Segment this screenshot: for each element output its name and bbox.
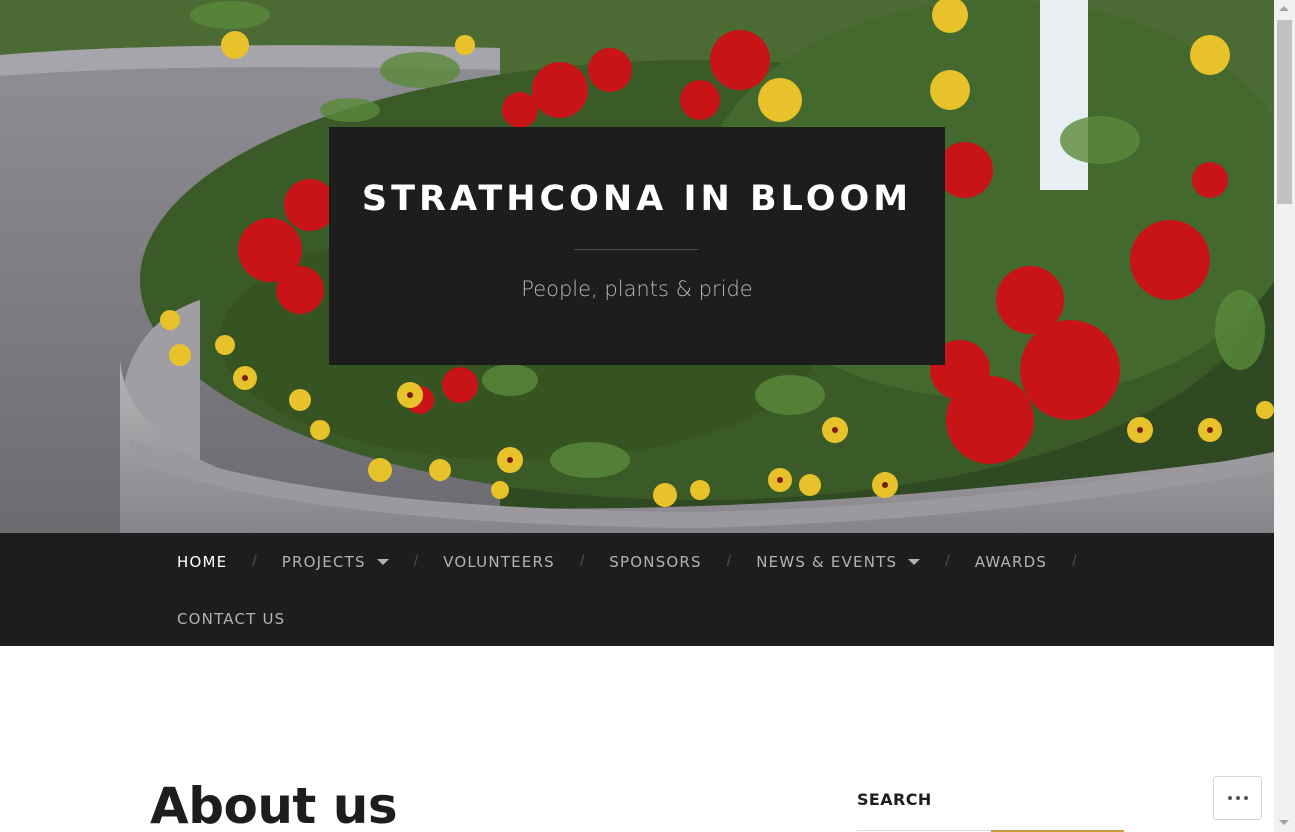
nav-item-sponsors[interactable]: SPONSORS [609,553,701,571]
main-navigation: HOME / PROJECTS / VOLUNTEERS / SPONSORS … [0,533,1274,646]
scroll-thumb[interactable] [1277,20,1292,204]
nav-item-label: AWARDS [974,552,1048,571]
nav-separator: / [726,552,732,570]
dropdown-caret-icon [376,559,389,565]
ellipsis-icon [1227,796,1232,800]
nav-separator: / [945,552,950,570]
nav-row: HOME / PROJECTS / VOLUNTEERS / SPONSORS … [177,533,1102,590]
nav-item-projects[interactable]: PROJECTS [282,553,389,571]
main-content: About us SEARCH [0,646,1274,832]
site-header: STRATHCONA IN BLOOM People, plants & pri… [0,0,1274,533]
nav-item-awards[interactable]: AWARDS [975,553,1047,571]
scroll-down-icon[interactable] [1279,820,1289,825]
nav-item-label: CONTACT US [177,609,286,628]
page: STRATHCONA IN BLOOM People, plants & pri… [0,0,1274,832]
nav-separator: / [413,552,419,570]
scroll-up-icon[interactable] [1279,6,1289,11]
nav-item-label: HOME [177,552,228,571]
nav-separator: / [1072,552,1077,570]
post-title: About us [150,777,398,832]
nav-item-news-events[interactable]: NEWS & EVENTS [756,552,921,571]
title-divider [574,249,699,250]
site-branding: STRATHCONA IN BLOOM People, plants & pri… [329,127,945,365]
site-title[interactable]: STRATHCONA IN BLOOM [329,175,945,223]
page-scrollbar[interactable] [1274,0,1295,832]
more-options-button[interactable] [1213,776,1262,820]
nav-item-label: VOLUNTEERS [443,552,555,571]
nav-item-label: NEWS & EVENTS [756,552,898,571]
nav-item-volunteers[interactable]: VOLUNTEERS [443,553,555,571]
nav-item-contact-us[interactable]: CONTACT US [177,610,285,628]
nav-item-home[interactable]: HOME [177,553,227,571]
nav-row: CONTACT US [177,590,285,647]
nav-item-label: SPONSORS [609,552,702,571]
search-widget-title: SEARCH [857,790,932,809]
ellipsis-icon [1243,796,1248,800]
ellipsis-icon [1235,796,1240,800]
dropdown-caret-icon [908,559,921,565]
nav-item-label: PROJECTS [281,552,366,571]
nav-separator: / [252,552,257,570]
nav-separator: / [579,552,585,570]
site-tagline: People, plants & pride [521,277,753,301]
